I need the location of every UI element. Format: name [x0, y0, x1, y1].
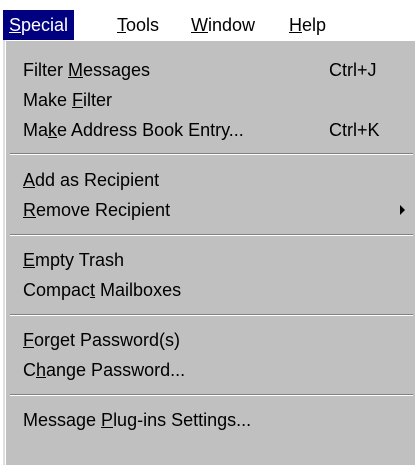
menu-tools-access-key: T	[117, 15, 126, 35]
menu-item-filter-messages[interactable]: Filter Messages Ctrl+J	[17, 56, 415, 84]
label-rest: dd as Recipient	[35, 170, 160, 190]
menu-window[interactable]: Window	[185, 10, 261, 40]
menu-tools-label-rest: ools	[126, 15, 160, 35]
label-rest: e Address Book Entry...	[57, 120, 244, 140]
menu-help-access-key: H	[289, 15, 302, 35]
access-key: F	[23, 330, 34, 350]
menu-item-label: Add as Recipient	[23, 166, 159, 194]
menu-item-message-plugins-settings[interactable]: Message Plug-ins Settings...	[17, 406, 415, 434]
menu-item-shortcut: Ctrl+J	[329, 60, 377, 80]
menu-item-make-filter[interactable]: Make Filter	[17, 86, 415, 114]
menu-help-label-rest: elp	[302, 15, 327, 35]
label-rest: ilter	[83, 90, 113, 110]
menu-item-empty-trash[interactable]: Empty Trash	[17, 246, 415, 274]
access-key: E	[23, 250, 36, 270]
label-start: Compac	[23, 280, 91, 300]
menu-special-access-key: S	[9, 15, 22, 35]
menu-item-label: Filter Messages	[23, 56, 150, 84]
label-rest: lug-ins Settings...	[113, 410, 252, 430]
access-key: F	[72, 90, 84, 110]
label-start: Ma	[23, 120, 49, 140]
access-key: h	[36, 360, 47, 380]
menu-separator	[10, 314, 413, 316]
menu-item-label: Message Plug-ins Settings...	[23, 406, 251, 434]
menu-item-label: Make Address Book Entry...	[23, 116, 244, 144]
label-rest: ange Password...	[46, 360, 186, 380]
menu-item-change-password[interactable]: Change Password...	[17, 356, 415, 384]
menu-item-shortcut: Ctrl+K	[329, 120, 380, 140]
label-rest: mpty Trash	[35, 250, 125, 270]
menu-bar: Special Tools Window Help	[0, 0, 415, 43]
label-rest: Mailboxes	[95, 280, 182, 300]
label-rest: orget Password(s)	[34, 330, 181, 350]
menu-window-access-key: W	[191, 15, 208, 35]
access-key: k	[48, 120, 58, 140]
menu-item-label: Compact Mailboxes	[23, 276, 181, 304]
menu-help[interactable]: Help	[283, 10, 332, 40]
menu-item-make-address-book-entry[interactable]: Make Address Book Entry... Ctrl+K	[17, 116, 415, 144]
menu-item-label: Forget Password(s)	[23, 326, 180, 354]
label-start: Message	[23, 410, 102, 430]
label-start: C	[23, 360, 36, 380]
menu-item-forget-password[interactable]: Forget Password(s)	[17, 326, 415, 354]
access-key: P	[101, 410, 114, 430]
access-key: R	[23, 200, 36, 220]
label-rest: emove Recipient	[36, 200, 171, 220]
menu-item-label: Make Filter	[23, 86, 112, 114]
menu-item-remove-recipient[interactable]: Remove Recipient	[17, 196, 415, 224]
access-key: M	[68, 60, 83, 80]
menu-separator	[10, 153, 413, 155]
menu-item-label: Empty Trash	[23, 246, 124, 274]
menu-item-compact-mailboxes[interactable]: Compact Mailboxes	[17, 276, 415, 304]
menu-separator	[10, 394, 413, 396]
menu-item-add-as-recipient[interactable]: Add as Recipient	[17, 166, 415, 194]
menu-special[interactable]: Special	[3, 10, 75, 40]
access-key: A	[23, 170, 36, 190]
label-start: Make	[23, 90, 73, 110]
label-rest: essages	[83, 60, 151, 80]
menu-item-label: Change Password...	[23, 356, 185, 384]
menu-special-label-rest: pecial	[21, 15, 69, 35]
submenu-arrow-icon	[400, 205, 405, 215]
menu-separator	[10, 234, 413, 236]
special-dropdown-menu: Filter Messages Ctrl+J Make Filter Make …	[3, 40, 415, 465]
menu-window-label-rest: indow	[208, 15, 256, 35]
menu-item-label: Remove Recipient	[23, 196, 170, 224]
label-start: Filter	[23, 60, 68, 80]
menu-tools[interactable]: Tools	[111, 10, 165, 40]
